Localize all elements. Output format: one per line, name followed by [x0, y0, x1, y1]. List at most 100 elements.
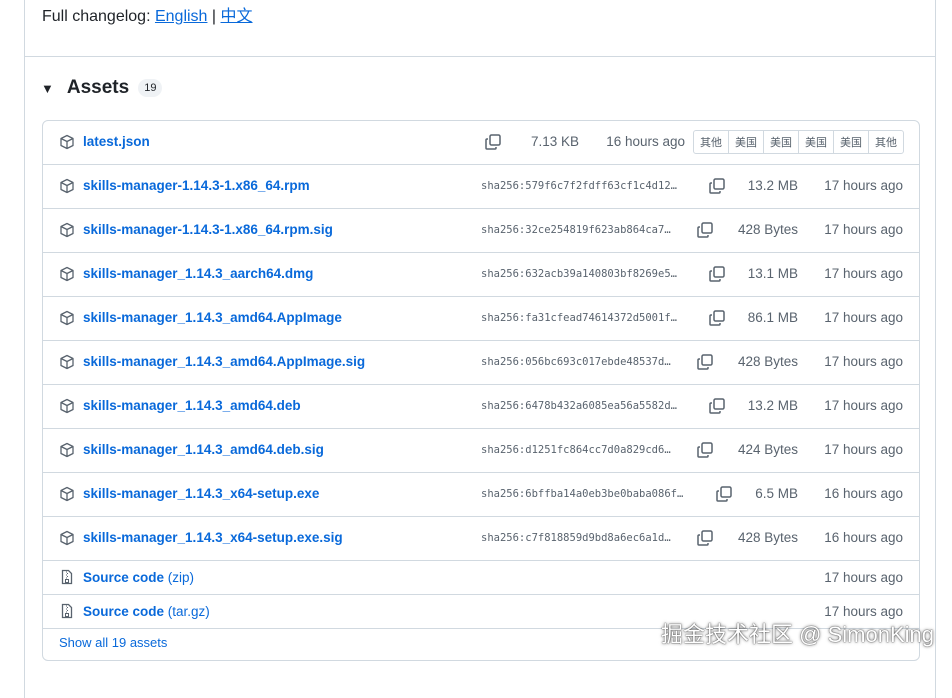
asset-time: 17 hours ago [824, 354, 903, 369]
changelog-english-link[interactable]: English [155, 8, 207, 25]
asset-size: 424 Bytes [737, 442, 798, 457]
asset-name-link[interactable]: skills-manager_1.14.3_x64-setup.exe.sig [83, 530, 343, 545]
copy-icon[interactable] [715, 485, 733, 503]
sha256-digest: sha256:6478b432a6085ea56a5582d… [481, 400, 677, 412]
region-badge: 美国 [729, 131, 764, 153]
sha256-digest: sha256:32ce254819f623ab864ca7… [481, 224, 671, 236]
package-icon [59, 354, 75, 370]
source-code-link[interactable]: Source code (tar.gz) [83, 604, 210, 619]
sha256-digest: sha256:056bc693c017ebde48537d… [481, 356, 671, 368]
region-badge: 其他 [875, 137, 897, 149]
watermark: 掘金技术社区 @ SimonKing [661, 622, 934, 647]
copy-icon[interactable] [708, 397, 726, 415]
asset-name-link[interactable]: skills-manager_1.14.3_amd64.AppImage.sig [83, 354, 365, 369]
region-badges: 其他 美国 美国 美国 美国 其他 [693, 130, 904, 154]
package-icon [59, 486, 75, 502]
asset-name-link[interactable]: skills-manager_1.14.3_amd64.AppImage [83, 310, 342, 325]
asset-time: 16 hours ago [606, 134, 685, 149]
asset-row: skills-manager_1.14.3_amd64.AppImage.sig… [43, 341, 919, 385]
assets-list: Show all 19 assets latest.json 7.13 KB 16 … [42, 120, 920, 661]
package-icon [59, 530, 75, 546]
show-all-assets-link[interactable]: Show all 19 assets [59, 635, 167, 650]
asset-time: 17 hours ago [824, 398, 903, 413]
asset-name-link[interactable]: skills-manager-1.14.3-1.x86_64.rpm.sig [83, 222, 333, 237]
region-badge: 其他 [694, 131, 729, 153]
package-icon [59, 178, 75, 194]
copy-icon[interactable] [696, 353, 714, 371]
sha256-digest: sha256:579f6c7f2fdff63cf1c4d12… [481, 180, 677, 192]
changelog-chinese-link[interactable]: 中文 [221, 8, 253, 25]
assets-count-badge: 19 [138, 79, 163, 97]
asset-size: 428 Bytes [737, 222, 798, 237]
region-badge: 美国 [834, 131, 869, 153]
copy-icon[interactable] [484, 133, 502, 151]
sha256-digest: sha256:6bffba14a0eb3be0baba086f… [481, 488, 684, 500]
assets-title: Assets [66, 77, 130, 98]
asset-row: skills-manager_1.14.3_amd64.deb sha256:64… [43, 385, 919, 429]
source-code-row: Source code (zip) 17 hours ago [43, 561, 919, 595]
asset-time: 17 hours ago [824, 222, 903, 237]
asset-size: 6.5 MB [755, 486, 798, 501]
package-icon [59, 398, 75, 414]
divider [25, 56, 935, 57]
asset-size: 86.1 MB [747, 310, 798, 325]
copy-icon[interactable] [696, 221, 714, 239]
triangle-down-icon: ▼ [41, 80, 54, 96]
package-icon [59, 266, 75, 282]
asset-time: 17 hours ago [824, 442, 903, 457]
asset-time: 17 hours ago [824, 178, 903, 193]
package-icon [59, 310, 75, 326]
sha256-digest: sha256:fa31cfead74614372d5001f… [481, 312, 677, 324]
source-code-link[interactable]: Source code (zip) [83, 570, 194, 585]
copy-icon[interactable] [708, 265, 726, 283]
asset-size: 428 Bytes [737, 354, 798, 369]
sha256-digest: sha256:c7f818859d9bd8a6ec6a1d… [481, 532, 671, 544]
asset-time: 17 hours ago [824, 570, 903, 585]
asset-name-link[interactable]: skills-manager_1.14.3_x64-setup.exe [83, 486, 319, 501]
package-icon [59, 222, 75, 238]
package-icon [59, 134, 75, 150]
source-code-label: Source code [83, 570, 165, 585]
asset-row: skills-manager_1.14.3_amd64.AppImage sha2… [43, 297, 919, 341]
asset-row: skills-manager_1.14.3_x64-setup.exe.sig s… [43, 517, 919, 561]
copy-icon[interactable] [708, 309, 726, 327]
copy-icon[interactable] [696, 441, 714, 459]
asset-time: 17 hours ago [824, 266, 903, 281]
changelog-label: Full changelog: [42, 8, 151, 25]
source-code-label: Source code [83, 604, 165, 619]
file-zip-icon [59, 569, 75, 585]
asset-name-link[interactable]: latest.json [83, 134, 150, 149]
asset-row: skills-manager_1.14.3_amd64.deb.sig sha25… [43, 429, 919, 473]
copy-icon[interactable] [708, 177, 726, 195]
source-code-format: (tar.gz) [167, 604, 210, 619]
changelog-line: Full changelog: English | 中文 [42, 2, 253, 26]
assets-toggle[interactable]: ▼ Assets 19 [41, 77, 163, 99]
copy-icon[interactable] [696, 529, 714, 547]
separator: | [211, 8, 217, 25]
asset-size: 13.2 MB [747, 398, 798, 413]
asset-time: 17 hours ago [824, 310, 903, 325]
asset-time: 16 hours ago [824, 486, 903, 501]
region-badge: 美国 [764, 131, 799, 153]
source-code-format: (zip) [167, 570, 195, 585]
asset-name-link[interactable]: skills-manager-1.14.3-1.x86_64.rpm [83, 178, 310, 193]
asset-row: skills-manager_1.14.3_aarch64.dmg sha256:… [43, 253, 919, 297]
asset-name-link[interactable]: skills-manager_1.14.3_aarch64.dmg [83, 266, 313, 281]
sha256-digest: sha256:d1251fc864cc7d0a829cd6… [481, 444, 671, 456]
region-badge: 美国 [799, 131, 834, 153]
asset-size: 428 Bytes [737, 530, 798, 545]
asset-size: 13.2 MB [747, 178, 798, 193]
asset-name-link[interactable]: skills-manager_1.14.3_amd64.deb [83, 398, 301, 413]
asset-size: 13.1 MB [747, 266, 798, 281]
asset-row: skills-manager-1.14.3-1.x86_64.rpm sha256… [43, 165, 919, 209]
asset-name-link[interactable]: skills-manager_1.14.3_amd64.deb.sig [83, 442, 324, 457]
asset-row: skills-manager-1.14.3-1.x86_64.rpm.sig sh… [43, 209, 919, 253]
package-icon [59, 442, 75, 458]
sha256-digest: sha256:632acb39a140803bf8269e5… [481, 268, 677, 280]
asset-row: skills-manager_1.14.3_x64-setup.exe sha25… [43, 473, 919, 517]
release-card: Full changelog: English | 中文 ▼ Assets 19… [24, 0, 936, 698]
asset-time: 16 hours ago [824, 530, 903, 545]
asset-row: latest.json 7.13 KB 16 hours ago 其他 美国 美国 美国 美国… [43, 121, 919, 165]
asset-size: 7.13 KB [530, 134, 579, 149]
file-zip-icon [59, 603, 75, 619]
